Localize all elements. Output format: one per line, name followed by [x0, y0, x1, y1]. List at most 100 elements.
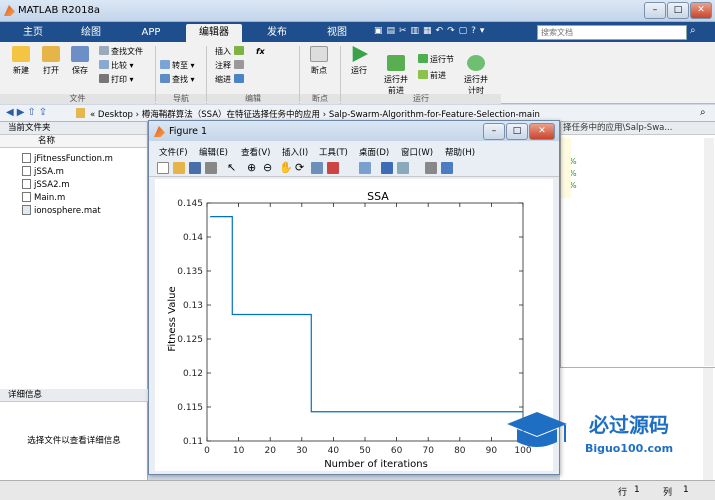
print-figure-icon[interactable] [205, 162, 217, 174]
menu-file[interactable]: 文件(F) [159, 146, 188, 158]
tab-plots[interactable]: 绘图 [68, 24, 114, 42]
group-label-navigate: 导航 [156, 94, 206, 104]
hide-tools-icon[interactable] [425, 162, 437, 174]
find-files-button[interactable]: 查找文件 [99, 46, 143, 57]
x-tick-label: 30 [296, 446, 308, 456]
column-header-name[interactable]: 名称 [0, 135, 147, 148]
goto-button[interactable]: 转至 ▾ [160, 60, 195, 71]
quick-access-icons[interactable]: ▣▤✂▥▦↶↷▢?▾ [374, 26, 524, 39]
window-title: MATLAB R2018a [18, 5, 101, 16]
run-section-button[interactable]: 运行节 [418, 54, 454, 65]
open-folder-icon [42, 46, 60, 62]
rotate-icon[interactable]: ⟳ [295, 162, 307, 174]
advance-button[interactable]: 前进 [418, 70, 446, 81]
compare-button[interactable]: 比较 ▾ [99, 60, 134, 71]
m-file-icon [22, 192, 31, 202]
save-figure-icon[interactable] [189, 162, 201, 174]
y-tick-label: 0.13 [183, 301, 203, 311]
figure-menu-bar: 文件(F) 编辑(E) 查看(V) 插入(I) 工具(T) 桌面(D) 窗口(W… [149, 143, 559, 158]
new-figure-icon[interactable] [157, 162, 169, 174]
brush-icon[interactable] [327, 162, 339, 174]
biguo-watermark-logo: 必过源码 Biguo100.com [507, 412, 673, 455]
y-tick-label: 0.12 [183, 369, 203, 379]
tab-view[interactable]: 视图 [314, 24, 360, 42]
open-file-icon[interactable] [173, 162, 185, 174]
file-item[interactable]: jSSA.m [22, 166, 64, 179]
run-time-icon [467, 55, 485, 71]
current-path[interactable]: « Desktop › 樽海鞘群算法（SSA）在特征选择任务中的应用 › Sal… [90, 108, 540, 120]
open-button[interactable]: 打开 [38, 46, 64, 76]
tab-home[interactable]: 主页 [10, 24, 56, 42]
run-and-advance-button[interactable]: 运行并 前进 [380, 46, 412, 96]
y-tick-label: 0.125 [177, 335, 203, 345]
file-item[interactable]: ionosphere.mat [22, 205, 101, 218]
figure-toolbar: ↖ ⊕ ⊖ ✋ ⟳ [149, 159, 559, 177]
data-cursor-icon[interactable] [311, 162, 323, 174]
editor-panel[interactable]: 择任务中的应用\Salp-Swa... %%% [560, 122, 715, 367]
file-item[interactable]: jFitnessFunction.m [22, 153, 113, 166]
figure-title: Figure 1 [169, 126, 208, 137]
link-plot-icon[interactable] [359, 162, 371, 174]
close-button[interactable]: ✕ [690, 2, 712, 19]
editor-path-snippet: 择任务中的应用\Salp-Swa... [561, 122, 715, 135]
matlab-logo-icon [4, 5, 15, 16]
run-button[interactable]: 运行 [346, 46, 372, 76]
figure-close-button[interactable]: ✕ [529, 123, 555, 140]
file-item[interactable]: Main.m [22, 192, 65, 205]
editor-ribbon: 新建 打开 保存 查找文件 比较 ▾ 打印 ▾ 文件 转至 ▾ 查找 ▾ 导航 … [0, 42, 715, 104]
title-bar: MATLAB R2018a – □ ✕ [0, 0, 715, 22]
tab-apps[interactable]: APP [128, 24, 174, 42]
minimize-button[interactable]: – [644, 2, 666, 19]
show-tools-icon[interactable] [441, 162, 453, 174]
m-file-icon [22, 166, 31, 176]
row-value: 1 [634, 485, 640, 495]
save-icon [71, 46, 89, 62]
pointer-icon[interactable]: ↖ [227, 162, 239, 174]
y-tick-label: 0.14 [183, 233, 203, 243]
indent-button[interactable]: 缩进 [215, 74, 246, 85]
menu-window[interactable]: 窗口(W) [401, 146, 433, 158]
zoom-in-icon[interactable]: ⊕ [247, 162, 259, 174]
folder-icon [76, 108, 85, 118]
x-tick-label: 80 [454, 446, 466, 456]
run-play-icon [352, 46, 368, 62]
menu-desktop[interactable]: 桌面(D) [359, 146, 389, 158]
file-item[interactable]: jSSA2.m [22, 179, 70, 192]
tab-publish[interactable]: 发布 [254, 24, 300, 42]
menu-help[interactable]: 帮助(H) [445, 146, 475, 158]
new-button[interactable]: 新建 [8, 46, 34, 76]
maximize-button[interactable]: □ [667, 2, 689, 19]
zoom-out-icon[interactable]: ⊖ [263, 162, 275, 174]
group-label-edit: 编辑 [207, 94, 299, 104]
menu-tools[interactable]: 工具(T) [319, 146, 348, 158]
print-button[interactable]: 打印 ▾ [99, 74, 134, 85]
x-tick-label: 50 [359, 446, 371, 456]
find-button[interactable]: 查找 ▾ [160, 74, 195, 85]
col-label: 列 [663, 488, 673, 498]
x-axis-label: Number of iterations [324, 459, 428, 470]
m-file-icon [22, 153, 31, 163]
nav-arrows-icon[interactable]: ◀▶⇧⇪ [6, 107, 50, 118]
figure-maximize-button[interactable]: □ [506, 123, 528, 140]
figure-minimize-button[interactable]: – [483, 123, 505, 140]
run-and-time-button[interactable]: 运行并 计时 [460, 46, 492, 96]
comment-button[interactable]: 注释 [215, 60, 246, 71]
menu-view[interactable]: 查看(V) [241, 146, 270, 158]
group-label-breakpoints: 断点 [300, 94, 340, 104]
save-button[interactable]: 保存 [67, 46, 93, 76]
legend-icon[interactable] [397, 162, 409, 174]
search-documentation-input[interactable]: 搜索文档 [537, 25, 687, 40]
search-icon[interactable]: ⌕ [690, 25, 710, 40]
fx-button[interactable]: fx [256, 46, 265, 57]
pan-icon[interactable]: ✋ [279, 162, 293, 174]
tab-editor[interactable]: 编辑器 [186, 24, 242, 42]
breakpoints-button[interactable]: 断点 [306, 46, 332, 76]
insert-button[interactable]: 插入 [215, 46, 246, 57]
menu-edit[interactable]: 编辑(E) [199, 146, 228, 158]
command-scrollbar[interactable] [703, 368, 713, 480]
search-folder-icon[interactable]: ⌕ [700, 107, 706, 118]
colorbar-icon[interactable] [381, 162, 393, 174]
menu-insert[interactable]: 插入(I) [282, 146, 308, 158]
matlab-logo-icon [154, 126, 165, 137]
editor-scrollbar[interactable] [704, 138, 714, 366]
